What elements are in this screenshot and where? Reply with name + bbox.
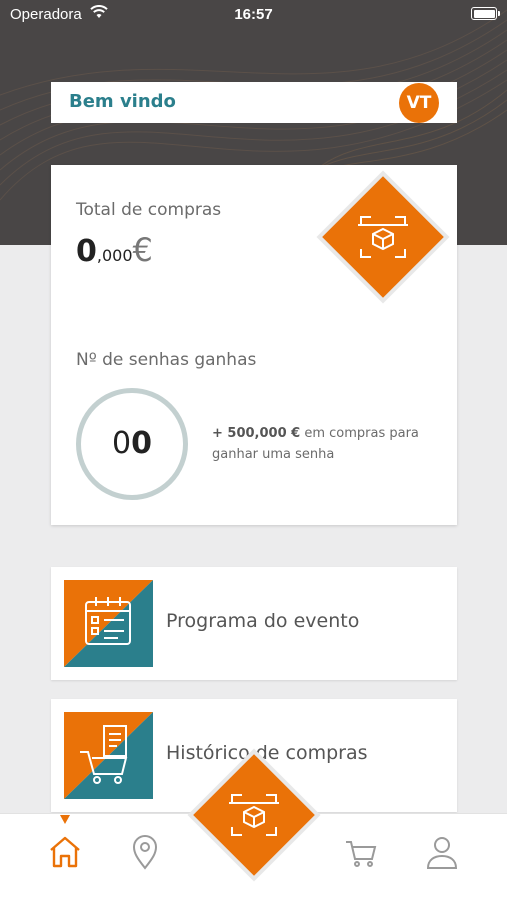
menu-item-event-program[interactable]: Programa do evento [51, 567, 457, 680]
tickets-earned-label: Nº de senhas ganhas [76, 350, 257, 370]
location-pin-icon[interactable] [125, 832, 165, 872]
cart-receipt-icon [64, 712, 153, 799]
status-bar: Operadora 16:57 [0, 0, 507, 30]
avatar[interactable]: VT [399, 83, 439, 123]
battery-icon [471, 7, 500, 20]
menu-item-label: Programa do evento [166, 610, 360, 632]
tickets-note: + 500,000 € em compras para ganhar uma s… [212, 423, 432, 465]
total-currency: € [132, 231, 153, 269]
tickets-counter-value: 0 [131, 426, 152, 461]
home-icon[interactable] [45, 832, 85, 872]
tickets-counter: 00 [76, 388, 188, 500]
tickets-note-amount: + 500,000 € [212, 426, 301, 441]
total-decimal: ,000 [96, 246, 133, 265]
calendar-icon [64, 580, 153, 667]
scan-box-icon [229, 794, 279, 836]
total-integer: 0 [76, 234, 97, 269]
status-time: 16:57 [234, 6, 273, 23]
welcome-bar: Bem vindo VT [51, 82, 457, 123]
user-icon[interactable] [422, 832, 462, 872]
total-purchases-value: 0,000€ [76, 231, 153, 269]
welcome-title: Bem vindo [69, 91, 176, 112]
total-purchases-label: Total de compras [76, 200, 222, 220]
cart-receipt-tile [64, 712, 153, 799]
active-tab-marker [60, 815, 70, 824]
tickets-counter-ghost: 0 [112, 426, 132, 461]
cart-icon[interactable] [340, 832, 380, 872]
scan-box-icon [358, 216, 408, 258]
menu-item-label: Histórico de compras [166, 742, 368, 764]
calendar-tile [64, 580, 153, 667]
